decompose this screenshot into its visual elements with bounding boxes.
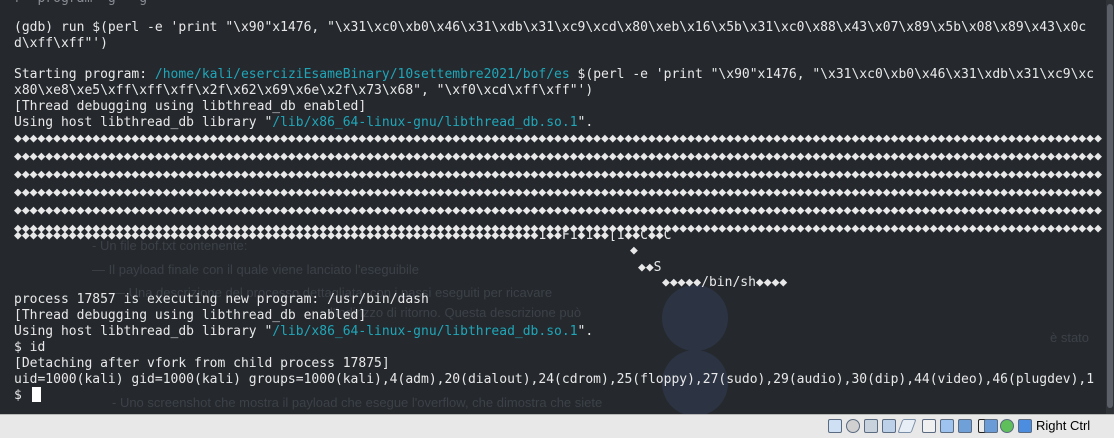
nop-sled-line: ◆◆◆◆◆◆◆◆◆◆◆◆◆◆◆◆◆◆◆◆◆◆◆◆◆◆◆◆◆◆◆◆◆◆◆◆◆◆◆◆… xyxy=(14,167,1102,182)
shellcode-line: ◆◆◆◆◆◆◆◆◆◆◆◆◆◆◆◆◆◆◆◆◆◆◆◆◆◆◆◆◆◆◆◆◆◆◆◆◆◆◆◆… xyxy=(14,228,672,243)
arrow-down-icon[interactable] xyxy=(1018,419,1032,433)
terminal-scrollbar[interactable] xyxy=(1106,0,1114,414)
cpu-icon[interactable] xyxy=(984,419,998,433)
host-lib-line: Using host libthread_db library "/lib/x8… xyxy=(14,322,593,341)
starting-label: Starting program: xyxy=(14,67,155,82)
host-lib-end: ". xyxy=(577,324,594,339)
shell-prompt[interactable]: $ xyxy=(14,386,41,405)
host-lib-label: Using host libthread_db library " xyxy=(14,115,273,130)
host-lib-label: Using host libthread_db library " xyxy=(14,324,273,339)
screen-capture-icon[interactable] xyxy=(958,419,972,433)
nop-sled-line: ◆◆◆◆◆◆◆◆◆◆◆◆◆◆◆◆◆◆◆◆◆◆◆◆◆◆◆◆◆◆◆◆◆◆◆◆◆◆◆◆… xyxy=(14,131,1102,146)
terminal-window[interactable]: - Un file bof.txt contenente: — Il paylo… xyxy=(0,0,1114,414)
prompt-symbol: $ xyxy=(14,388,30,403)
nop-sled-line: ◆◆◆◆◆◆◆◆◆◆◆◆◆◆◆◆◆◆◆◆◆◆◆◆◆◆◆◆◆◆◆◆◆◆◆◆◆◆◆◆… xyxy=(14,185,1102,200)
bg-doc-line: — Il payload finale con il quale viene l… xyxy=(92,262,419,277)
lib-path: /lib/x86_64-linux-gnu/libthread_db.so.1 xyxy=(272,324,578,339)
gdb-run-command: (gdb) run $(perl -e 'print "\x90"x1476, … xyxy=(14,20,1087,35)
shared-folder-icon[interactable] xyxy=(922,419,936,433)
uid-output-line: uid=1000(kali) gid=1000(kali) groups=100… xyxy=(14,372,1095,387)
text-cursor xyxy=(31,387,41,402)
network-icon[interactable] xyxy=(882,419,896,433)
display-icon[interactable] xyxy=(940,419,954,433)
bg-doc-line: - Uno screenshot che mostra il payload c… xyxy=(112,395,603,410)
optical-disk-icon[interactable] xyxy=(846,419,860,433)
shellcode-fragment: ◆◆S xyxy=(638,260,662,275)
nop-sled-line: ◆◆◆◆◆◆◆◆◆◆◆◆◆◆◆◆◆◆◆◆◆◆◆◆◆◆◆◆◆◆◆◆◆◆◆◆◆◆◆◆… xyxy=(14,203,1102,218)
starting-args: $(perl -e 'print "\x90"x1476, "\x31\xc0\… xyxy=(569,67,1095,82)
bg-doc-circle xyxy=(662,285,728,351)
nop-sled-line: ◆◆◆◆◆◆◆◆◆◆◆◆◆◆◆◆◆◆◆◆◆◆◆◆◆◆◆◆◆◆◆◆◆◆◆◆◆◆◆◆… xyxy=(14,149,1102,164)
bg-doc-line: è stato xyxy=(1050,330,1090,345)
audio-icon[interactable] xyxy=(864,419,878,433)
gdb-run-command-wrap: d\xff\xff"') xyxy=(14,36,108,51)
usb-icon[interactable] xyxy=(897,419,917,433)
terminal-line-partial: r program g g xyxy=(14,0,147,8)
mouse-integration-icon[interactable] xyxy=(1000,419,1014,433)
shellcode-fragment: ◆◆◆◆◆/bin/sh◆◆◆◆ xyxy=(662,275,788,290)
lib-path: /lib/x86_64-linux-gnu/libthread_db.so.1 xyxy=(272,115,578,130)
vm-status-bar: Right Ctrl xyxy=(0,414,1114,438)
host-lib-end: ". xyxy=(577,115,594,130)
program-path: /home/kali/eserciziEsameBinary/10settemb… xyxy=(154,67,570,82)
shellcode-fragment: ◆ xyxy=(630,243,638,258)
scrollbar-thumb[interactable] xyxy=(1107,4,1113,408)
host-key-label: Right Ctrl xyxy=(1036,418,1091,433)
hdd-icon[interactable] xyxy=(828,419,842,433)
